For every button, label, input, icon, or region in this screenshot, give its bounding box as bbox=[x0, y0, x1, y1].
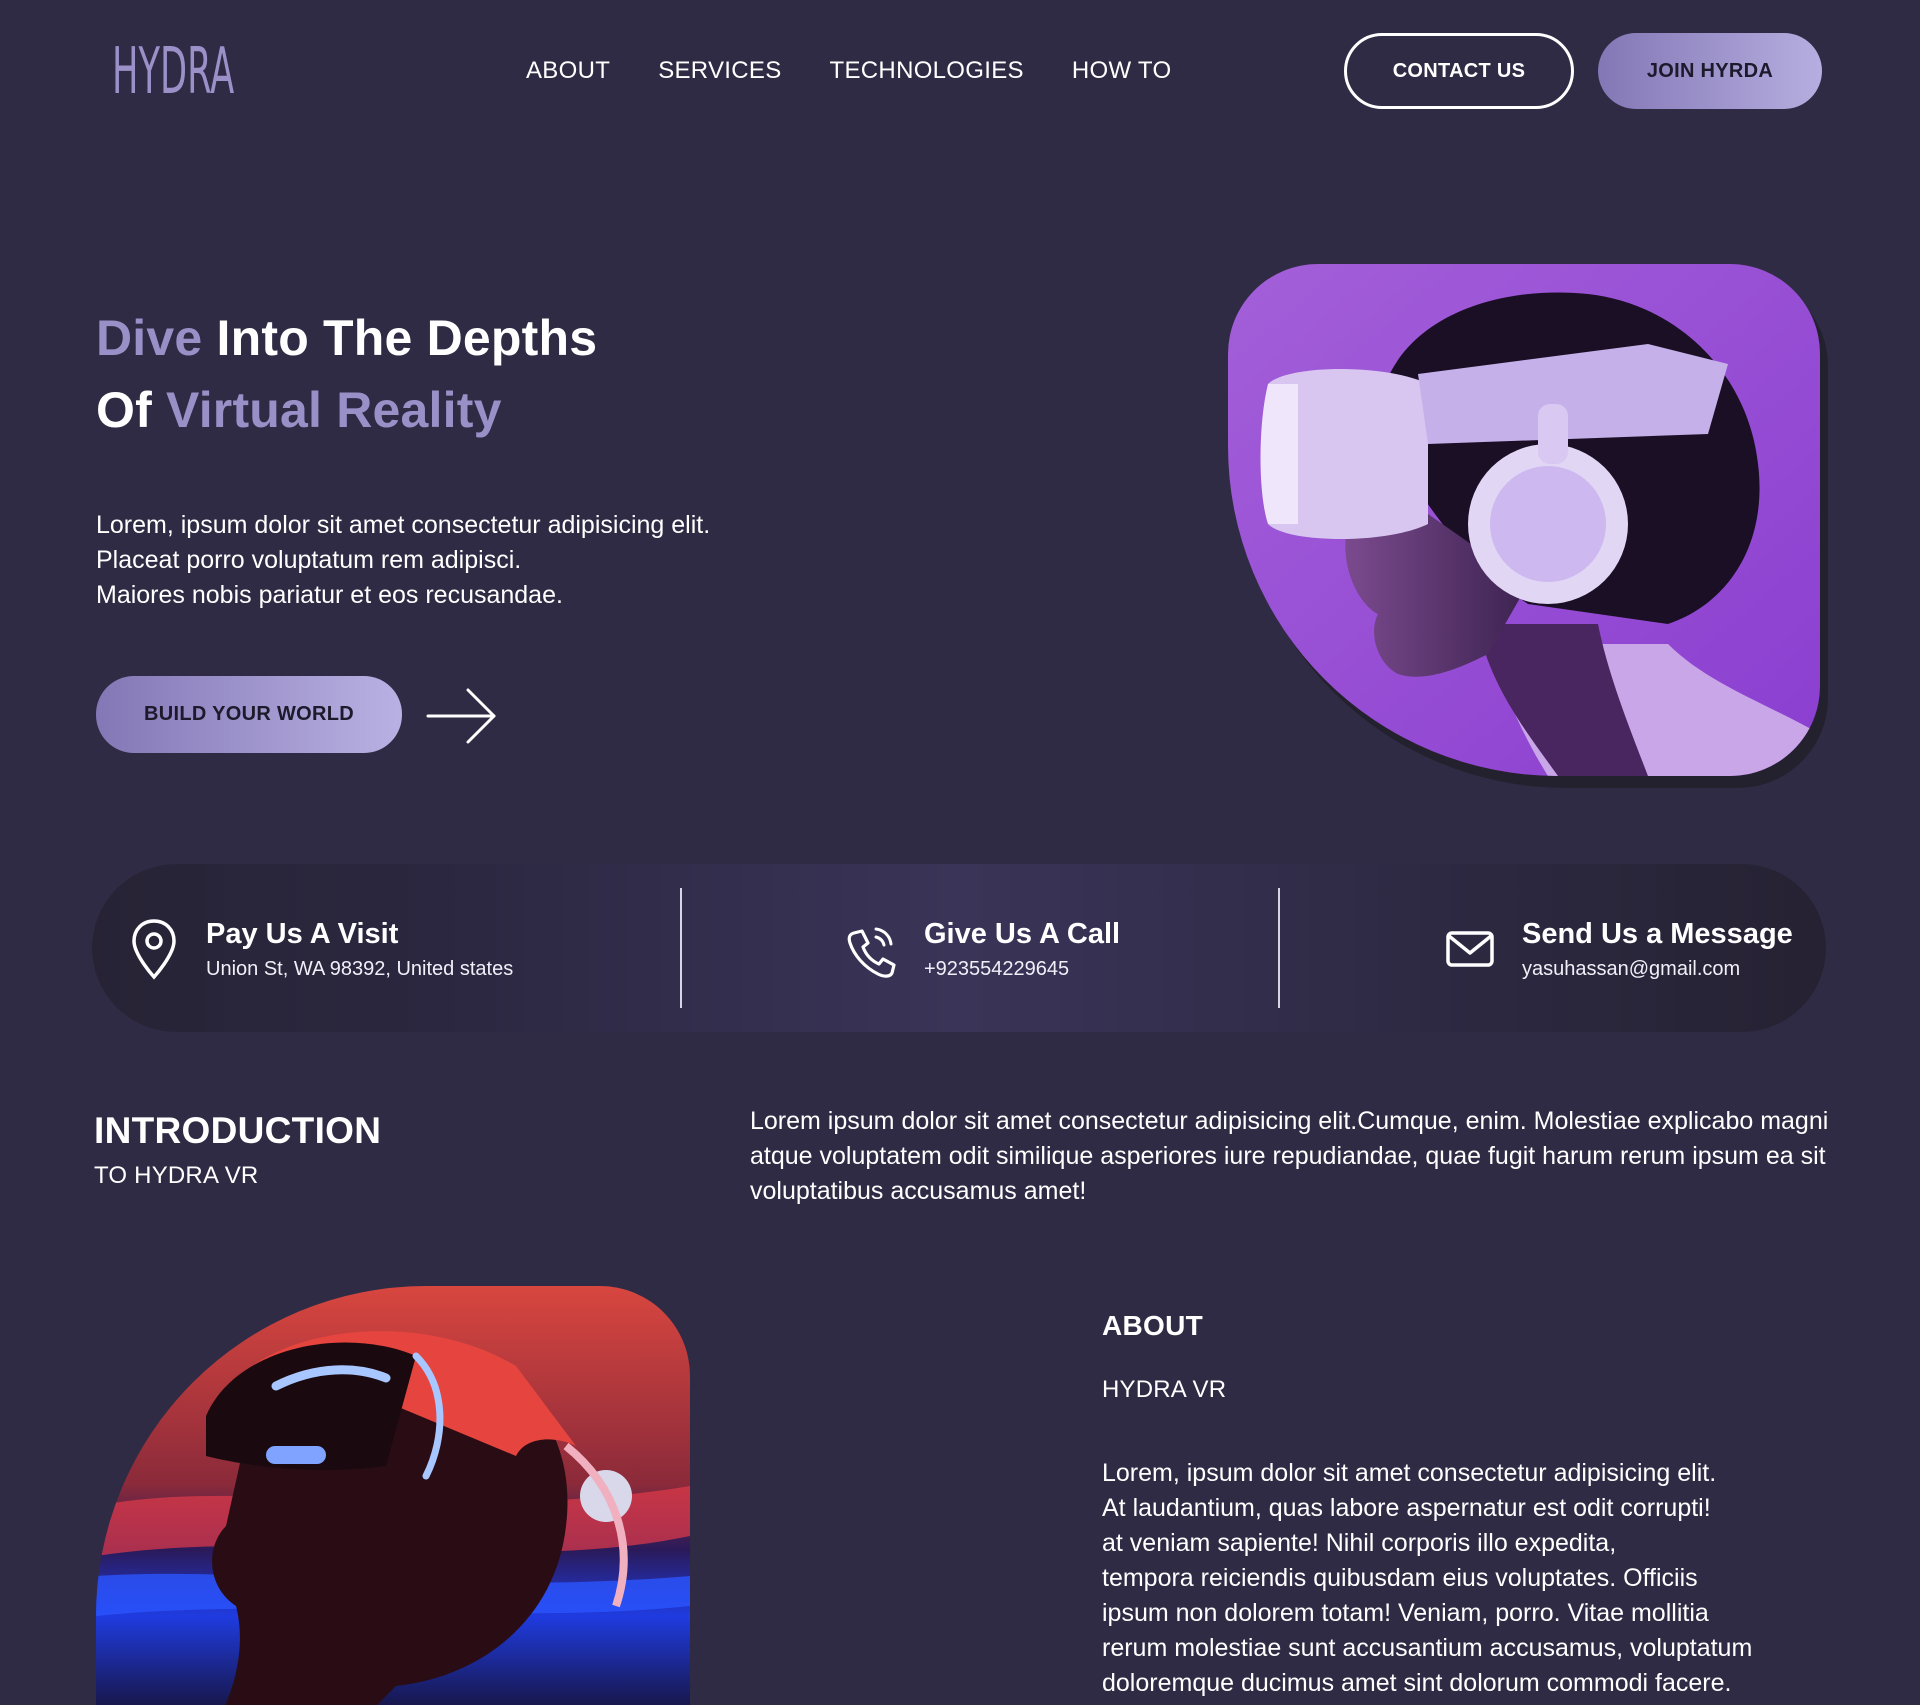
nav-technologies[interactable]: TECHNOLOGIES bbox=[830, 54, 1024, 88]
vr-headset-person-illustration bbox=[1228, 264, 1820, 776]
logo-text: HYDRA bbox=[112, 35, 235, 109]
intro-title: INTRODUCTION bbox=[94, 1110, 382, 1151]
contact-divider bbox=[680, 888, 682, 1008]
main-nav: ABOUT SERVICES TECHNOLOGIES HOW TO bbox=[526, 54, 1171, 88]
hero-title-start-2: Of bbox=[96, 382, 167, 438]
hero-title-accent-1: Dive bbox=[96, 310, 203, 366]
about-title: ABOUT bbox=[1102, 1310, 1204, 1341]
intro-text: Lorem ipsum dolor sit amet consectetur a… bbox=[750, 1107, 1829, 1205]
arrow-right-icon[interactable] bbox=[426, 686, 498, 746]
hero-desc-line: Maiores nobis pariatur et eos recusandae… bbox=[96, 581, 563, 609]
contact-call[interactable]: Give Us A Call +923554229645 bbox=[846, 914, 1120, 984]
contact-divider bbox=[1278, 888, 1280, 1008]
contact-call-detail: +923554229645 bbox=[924, 958, 1070, 980]
intro-subtitle: TO HYDRA VR bbox=[94, 1162, 259, 1189]
mail-icon bbox=[1446, 931, 1494, 967]
nav-about[interactable]: ABOUT bbox=[526, 54, 610, 88]
hero-title-rest-1: Into The Depths bbox=[202, 310, 598, 366]
hero-vr-image bbox=[1228, 264, 1820, 776]
contact-visit-title: Pay Us A Visit bbox=[206, 918, 399, 950]
hero-description: Lorem, ipsum dolor sit amet consectetur … bbox=[96, 508, 856, 613]
nav-how-to[interactable]: HOW TO bbox=[1072, 54, 1172, 88]
contact-message-detail: yasuhassan@gmail.com bbox=[1522, 958, 1741, 980]
about-text: Lorem, ipsum dolor sit amet consectetur … bbox=[1102, 1459, 1753, 1697]
nav-services[interactable]: SERVICES bbox=[658, 54, 781, 88]
phone-icon bbox=[847, 927, 896, 978]
hero-title-accent-2: Virtual Reality bbox=[166, 382, 502, 438]
contact-message[interactable]: Send Us a Message yasuhassan@gmail.com bbox=[1444, 914, 1793, 984]
neon-vr-person-illustration bbox=[96, 1286, 690, 1705]
contact-visit-detail: Union St, WA 98392, United states bbox=[206, 958, 514, 980]
about-vr-image bbox=[96, 1286, 690, 1705]
contact-us-button[interactable]: CONTACT US bbox=[1344, 33, 1574, 109]
contact-call-title: Give Us A Call bbox=[924, 918, 1121, 950]
map-pin-icon bbox=[132, 919, 176, 980]
contact-visit[interactable]: Pay Us A Visit Union St, WA 98392, Unite… bbox=[128, 914, 513, 984]
hero-desc-line: Placeat porro voluptatum rem adipisci. bbox=[96, 546, 522, 574]
logo[interactable]: HYDRA bbox=[94, 20, 324, 124]
build-your-world-button[interactable]: BUILD YOUR WORLD bbox=[96, 676, 402, 753]
site-header: HYDRA ABOUT SERVICES TECHNOLOGIES HOW TO… bbox=[0, 0, 1920, 150]
contact-message-title: Send Us a Message bbox=[1522, 918, 1793, 950]
hero-desc-line: Lorem, ipsum dolor sit amet consectetur … bbox=[96, 511, 711, 539]
about-subtitle: HYDRA VR bbox=[1102, 1376, 1227, 1403]
join-button[interactable]: JOIN HYRDA bbox=[1598, 33, 1822, 109]
hero-title: Dive Into The Depths Of Virtual Reality bbox=[96, 302, 856, 446]
